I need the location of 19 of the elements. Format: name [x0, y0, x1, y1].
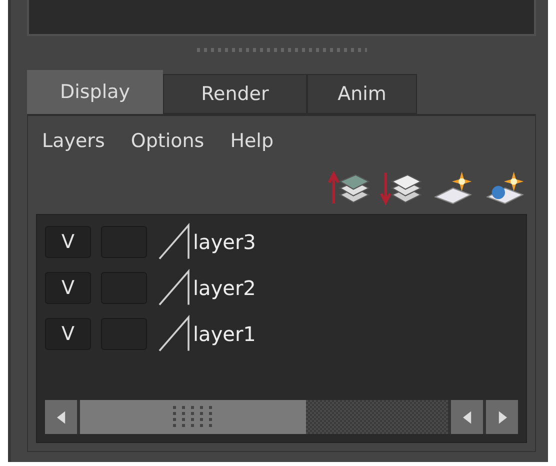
menu-item[interactable]: Help	[224, 126, 280, 156]
tab[interactable]: Anim	[307, 74, 417, 114]
layer-name[interactable]: layer3	[193, 230, 256, 254]
tab[interactable]: Display	[27, 70, 163, 114]
visibility-toggle[interactable]: V	[45, 272, 91, 304]
horizontal-scrollbar[interactable]	[45, 400, 518, 434]
visibility-toggle[interactable]: V	[45, 226, 91, 258]
layer-name[interactable]: layer2	[193, 276, 256, 300]
visibility-toggle[interactable]: V	[45, 318, 91, 350]
resize-handle[interactable]	[196, 48, 366, 52]
layer-color-swatch-icon[interactable]	[157, 269, 191, 307]
layer-color-swatch-icon[interactable]	[157, 223, 191, 261]
scrollbar-thumb[interactable]	[80, 400, 306, 434]
layer-name[interactable]: layer1	[193, 322, 256, 346]
menu-item[interactable]: Layers	[36, 126, 111, 156]
layer-color-swatch-icon[interactable]	[157, 315, 191, 353]
tab[interactable]: Render	[163, 74, 307, 114]
stacked-layers-up-arrow-icon[interactable]	[327, 168, 371, 206]
menu-item[interactable]: Options	[124, 126, 210, 156]
